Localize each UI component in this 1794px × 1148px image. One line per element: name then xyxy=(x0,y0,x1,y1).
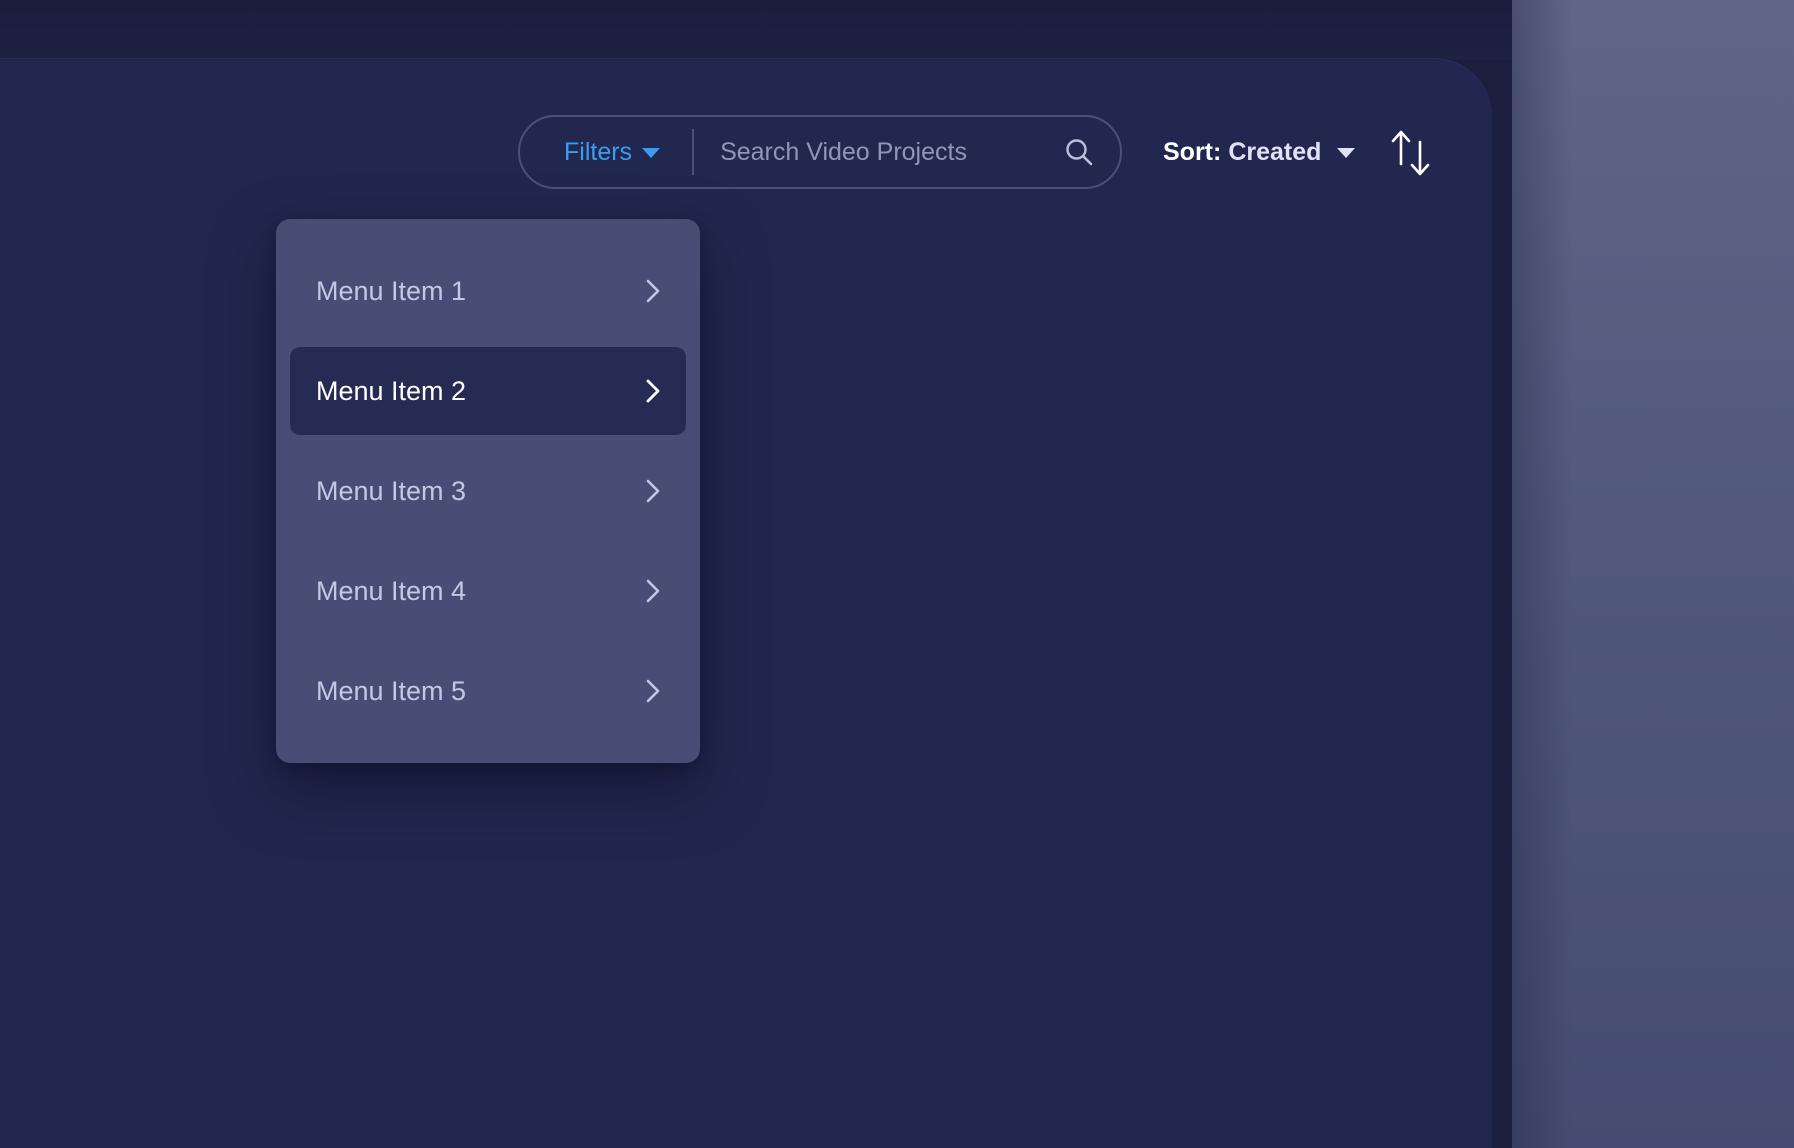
sort-order-icon[interactable] xyxy=(1388,128,1434,178)
chevron-right-icon xyxy=(646,479,660,503)
chevron-right-icon xyxy=(646,679,660,703)
menu-item-label: Menu Item 1 xyxy=(316,275,467,306)
sort-prefix-label: Sort: xyxy=(1163,137,1222,166)
caret-down-icon xyxy=(642,148,661,158)
menu-item-label: Menu Item 5 xyxy=(316,675,467,706)
main-content-card xyxy=(0,58,1492,1148)
menu-item-1[interactable]: Menu Item 1 xyxy=(290,247,686,335)
search-icon[interactable] xyxy=(1064,137,1094,167)
search-bar: Filters xyxy=(518,115,1122,189)
panel-divider xyxy=(1492,60,1512,1148)
menu-item-label: Menu Item 3 xyxy=(316,475,467,506)
filters-button[interactable]: Filters xyxy=(520,117,692,187)
chevron-right-icon xyxy=(646,279,660,303)
side-panel xyxy=(1512,0,1794,1148)
menu-item-5[interactable]: Menu Item 5 xyxy=(290,647,686,735)
filters-label: Filters xyxy=(564,137,633,166)
menu-item-2[interactable]: Menu Item 2 xyxy=(290,347,686,435)
search-input[interactable] xyxy=(694,116,1064,188)
chevron-right-icon xyxy=(646,579,660,603)
app-window: Filters Sort: Created Menu Item 1 Menu I… xyxy=(0,0,1794,1148)
menu-item-4[interactable]: Menu Item 4 xyxy=(290,547,686,635)
menu-item-3[interactable]: Menu Item 3 xyxy=(290,447,686,535)
sort-value-label: Created xyxy=(1228,137,1322,166)
menu-item-label: Menu Item 2 xyxy=(316,375,467,406)
sort-dropdown[interactable]: Sort: Created xyxy=(1163,134,1356,170)
menu-item-label: Menu Item 4 xyxy=(316,575,467,606)
chevron-right-icon xyxy=(646,379,660,403)
filters-dropdown-menu: Menu Item 1 Menu Item 2 Menu Item 3 Menu… xyxy=(276,219,700,763)
top-bar-background xyxy=(0,0,1512,60)
caret-down-icon xyxy=(1337,148,1356,158)
